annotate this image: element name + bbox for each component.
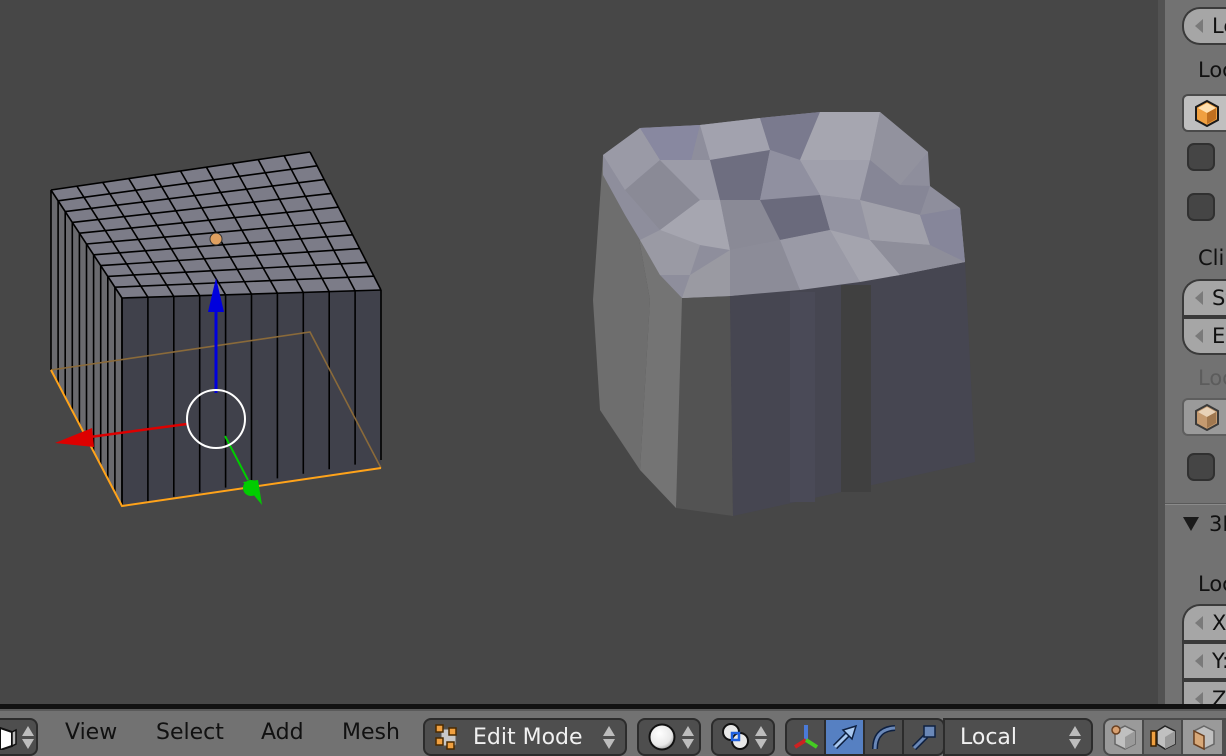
render-border-checkbox[interactable] [1187, 453, 1215, 481]
cursor-x-field[interactable]: X: [1182, 604, 1226, 642]
transform-orientation-selector[interactable]: Local [943, 718, 1093, 756]
decrement-arrow-icon[interactable] [1195, 291, 1203, 305]
cursor-z-label: Z [1212, 687, 1226, 704]
object-origin-dot [209, 232, 223, 246]
translate-arrow-icon [832, 724, 857, 750]
rock-front-stripe-2 [790, 292, 815, 502]
panel-divider [1165, 503, 1226, 505]
cursor-location-label: Loc [1198, 572, 1226, 596]
menu-add[interactable]: Add [261, 720, 304, 745]
lock-camera-checkbox[interactable] [1187, 193, 1215, 221]
clip-label: Clip [1198, 246, 1226, 270]
viewport-canvas[interactable] [0, 0, 1158, 704]
dropdown-arrows-icon [755, 725, 767, 749]
local-camera-selector[interactable] [1182, 398, 1226, 436]
cursor-z-field[interactable]: Z [1182, 680, 1226, 704]
vertex-select-icon [1110, 725, 1136, 750]
y-axis-cone-base [243, 480, 259, 496]
blender-window: Le Loc Clip St En Loc [0, 0, 1226, 756]
menu-view[interactable]: View [65, 720, 117, 745]
scale-handle-icon [911, 725, 936, 751]
manipulator-group [785, 718, 945, 756]
rock-facets [603, 112, 965, 298]
decrement-arrow-icon[interactable] [1195, 692, 1203, 704]
menu-mesh[interactable]: Mesh [342, 720, 400, 745]
3d-cursor-section-title: 3D [1209, 512, 1226, 536]
lock-object-selector[interactable] [1182, 94, 1226, 132]
menu-select[interactable]: Select [156, 720, 224, 745]
viewport-shading-selector[interactable] [637, 718, 701, 756]
3d-cursor-section-header[interactable]: 3D [1183, 512, 1226, 536]
cursor-x-label: X: [1212, 611, 1226, 635]
decrement-arrow-icon[interactable] [1195, 19, 1203, 33]
lock-cursor-checkbox[interactable] [1187, 143, 1215, 171]
cursor-y-field[interactable]: Y: [1182, 642, 1226, 680]
bounding-box-center-pivot-icon [722, 723, 749, 750]
lens-field[interactable]: Le [1182, 7, 1226, 45]
face-select-button[interactable] [1183, 720, 1222, 754]
editor-type-selector[interactable] [0, 718, 38, 756]
scale-manipulator-button[interactable] [904, 720, 943, 754]
object-cube-icon [1195, 403, 1219, 431]
local-camera-label: Loc [1198, 366, 1226, 390]
clip-end-field[interactable]: En [1182, 317, 1226, 355]
dropdown-arrows-icon [682, 725, 694, 749]
mode-selector[interactable]: Edit Mode [423, 718, 627, 756]
face-select-icon [1192, 725, 1215, 751]
decrement-arrow-icon[interactable] [1195, 329, 1203, 343]
dropdown-arrows-icon [603, 725, 615, 749]
dropdown-arrows-icon [22, 725, 34, 749]
collapse-triangle-icon [1183, 517, 1199, 531]
3d-viewport[interactable] [0, 0, 1158, 704]
clip-start-field[interactable]: St [1182, 279, 1226, 317]
manipulator-toggle[interactable] [787, 720, 826, 754]
decrement-arrow-icon[interactable] [1195, 654, 1203, 668]
decrement-arrow-icon[interactable] [1195, 616, 1203, 630]
edge-select-icon [1149, 725, 1176, 750]
transform-orientation-value: Local [960, 724, 1018, 750]
lock-to-object-label: Loc [1198, 58, 1226, 82]
dropdown-arrows-icon [1069, 725, 1081, 749]
rock-mesh[interactable] [593, 112, 975, 516]
vertex-select-button[interactable] [1105, 720, 1144, 754]
mode-selector-value: Edit Mode [473, 724, 583, 750]
translate-manipulator-button[interactable] [826, 720, 865, 754]
solid-shading-icon [648, 723, 676, 751]
3d-view-header: View Select Add Mesh Edit Mode Local [0, 704, 1226, 756]
properties-side-panel[interactable]: Le Loc Clip St En Loc [1158, 0, 1226, 704]
x-axis-arrow[interactable] [55, 428, 94, 447]
rotate-arc-icon [871, 725, 895, 750]
rock-front-stripe [841, 285, 871, 492]
cursor-y-label: Y: [1212, 649, 1226, 673]
3d-view-editor-icon [0, 726, 17, 750]
select-mode-group [1103, 718, 1226, 756]
lens-field-label: Le [1212, 14, 1226, 38]
manipulator-axes-icon [793, 725, 818, 749]
edit-mode-icon [435, 724, 457, 750]
rotate-manipulator-button[interactable] [865, 720, 904, 754]
edge-select-button[interactable] [1144, 720, 1183, 754]
rock-front-left [676, 296, 733, 516]
clip-start-label: St [1212, 286, 1226, 310]
pivot-point-selector[interactable] [711, 718, 775, 756]
clip-end-label: En [1212, 324, 1226, 348]
object-cube-icon [1195, 99, 1219, 127]
